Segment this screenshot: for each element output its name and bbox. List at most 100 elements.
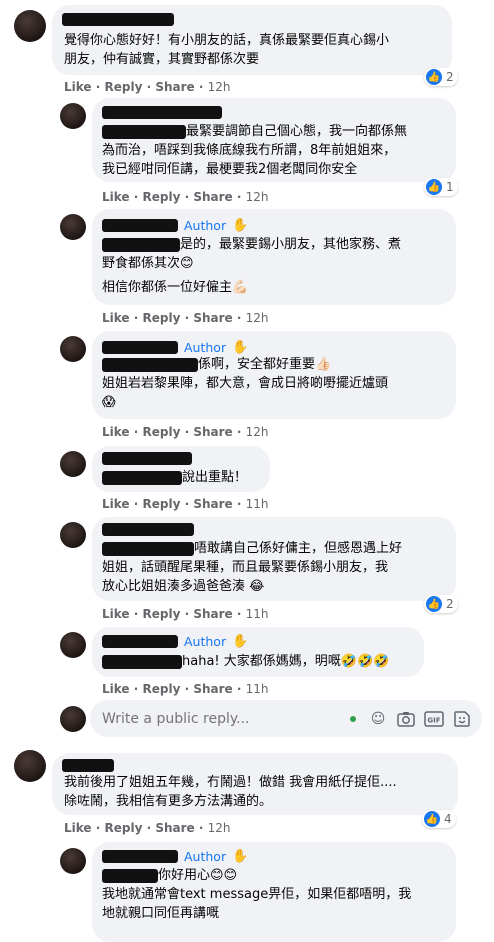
reply-composer[interactable]: ☺ GIF	[90, 700, 482, 737]
comment-bubble: 覺得你心態好好！有小朋友的話，真係最緊要佢真心錫小 朋友，仲有誠實，其實野都係次…	[52, 5, 452, 75]
comment-actions: Like · Reply · Share · 11h	[102, 682, 269, 696]
avatar	[60, 706, 86, 732]
like-icon: 👍	[426, 69, 442, 85]
redacted-text	[102, 541, 194, 556]
comment-actions: Like · Reply · Share · 12h	[102, 190, 269, 204]
author-badge: Author	[184, 339, 227, 355]
wave-hand-icon: ✋	[232, 217, 249, 233]
reply-link[interactable]: Reply	[104, 821, 142, 835]
comment-line: 除咗鬧，我相信有更多方法溝通的。	[64, 794, 273, 809]
reaction-count[interactable]: 👍 2	[424, 68, 458, 86]
timestamp[interactable]: 12h	[246, 190, 269, 204]
redacted-name	[62, 13, 174, 26]
reaction-count[interactable]: 👍 4	[422, 810, 456, 828]
avatar[interactable]	[60, 632, 86, 658]
reply-link[interactable]: Reply	[142, 497, 180, 511]
like-link[interactable]: Like	[64, 80, 92, 94]
reply-bubble: Author ✋ 是的，最緊要錫小朋友，其他家務、煮 野食都係其次😊 相信你都係…	[92, 209, 456, 305]
timestamp[interactable]: 11h	[246, 497, 269, 511]
redacted-name	[102, 340, 178, 354]
comment-text: 說出重點！	[102, 468, 247, 487]
svg-text:GIF: GIF	[427, 716, 440, 724]
reply-link[interactable]: Reply	[104, 80, 142, 94]
reply-bubble: Author ✋ 你好用心😊😊 我地就通常會text message畀佢，如果佢…	[92, 842, 456, 942]
share-link[interactable]: Share	[193, 425, 232, 439]
reply-link[interactable]: Reply	[142, 311, 180, 325]
reply-link[interactable]: Reply	[142, 425, 180, 439]
like-link[interactable]: Like	[102, 497, 130, 511]
like-icon: 👍	[424, 811, 440, 827]
comment-actions: Like · Reply · Share · 11h	[102, 607, 269, 621]
redacted-name	[102, 634, 178, 648]
reaction-count[interactable]: 👍 2	[424, 595, 458, 613]
redacted-name	[62, 759, 114, 772]
redacted-name	[102, 452, 192, 465]
comment-actions: Like · Reply · Share · 12h	[64, 821, 231, 835]
wave-hand-icon: ✋	[232, 633, 249, 649]
share-link[interactable]: Share	[155, 80, 194, 94]
timestamp[interactable]: 12h	[208, 80, 231, 94]
timestamp[interactable]: 11h	[246, 682, 269, 696]
redacted-text	[102, 357, 198, 372]
active-dot	[350, 715, 356, 722]
timestamp[interactable]: 12h	[208, 821, 231, 835]
reply-link[interactable]: Reply	[142, 607, 180, 621]
comment-actions: Like · Reply · Share · 11h	[102, 497, 269, 511]
reply-bubble: Author ✋ haha! 大家都係媽媽，明嘅🤣🤣🤣	[92, 627, 424, 677]
avatar[interactable]	[60, 848, 86, 874]
comment-text: 是的，最緊要錫小朋友，其他家務、煮 野食都係其次😊 相信你都係一位好僱主💪🏻	[102, 237, 402, 295]
reply-link[interactable]: Reply	[142, 190, 180, 204]
timestamp[interactable]: 12h	[246, 311, 269, 325]
like-icon: 👍	[426, 596, 442, 612]
comment-line: 覺得你心態好好！有小朋友的話，真係最緊要佢真心錫小	[64, 33, 390, 48]
timestamp[interactable]: 12h	[246, 425, 269, 439]
comment-line: 我前後用了姐姐五年幾，冇鬧過！做錯 我會用紙仔提佢....	[64, 775, 397, 790]
share-link[interactable]: Share	[193, 311, 232, 325]
comment-text: 我前後用了姐姐五年幾，冇鬧過！做錯 我會用紙仔提佢.... 除咗鬧，我相信有更多…	[64, 773, 397, 811]
share-link[interactable]: Share	[193, 607, 232, 621]
redacted-name	[102, 523, 194, 536]
comment-actions: Like · Reply · Share · 12h	[102, 311, 269, 325]
avatar[interactable]	[14, 10, 46, 42]
avatar[interactable]	[60, 214, 86, 240]
redacted-text	[102, 868, 158, 883]
like-link[interactable]: Like	[102, 682, 130, 696]
author-badge: Author	[184, 217, 227, 233]
comment-bubble: 我前後用了姐姐五年幾，冇鬧過！做錯 我會用紙仔提佢.... 除咗鬧，我相信有更多…	[52, 753, 458, 815]
reply-bubble: 最緊要調節自己個心態，我一向都係無 為而治，唔踩到我條底線我冇所謂，8年前姐姐來…	[92, 98, 456, 182]
avatar[interactable]	[60, 451, 86, 477]
reaction-count[interactable]: 👍 1	[424, 178, 458, 196]
gif-icon[interactable]: GIF	[424, 709, 444, 729]
share-link[interactable]: Share	[193, 682, 232, 696]
avatar[interactable]	[60, 103, 86, 129]
like-icon: 👍	[426, 179, 442, 195]
comment-actions: Like · Reply · Share · 12h	[64, 80, 231, 94]
comment-text: 你好用心😊😊 我地就通常會text message畀佢，如果佢都唔明，我 地就親…	[102, 868, 412, 921]
redacted-text	[102, 124, 186, 139]
share-link[interactable]: Share	[193, 497, 232, 511]
like-link[interactable]: Like	[64, 821, 92, 835]
author-badge: Author	[184, 633, 227, 649]
avatar[interactable]	[60, 336, 86, 362]
emoji-icon[interactable]: ☺	[368, 709, 388, 729]
reply-bubble: 唔敢講自己係好傭主，但感恩遇上好 姐姐，話頭醒尾果種，而且最緊要係錫小朋友，我 …	[92, 517, 456, 601]
like-link[interactable]: Like	[102, 190, 130, 204]
wave-hand-icon: ✋	[232, 339, 249, 355]
avatar[interactable]	[60, 522, 86, 548]
sticker-icon[interactable]	[452, 709, 472, 729]
reply-input[interactable]	[100, 709, 350, 728]
like-link[interactable]: Like	[102, 311, 130, 325]
redacted-name	[102, 218, 178, 232]
camera-icon[interactable]	[396, 709, 416, 729]
reply-link[interactable]: Reply	[142, 682, 180, 696]
comment-text: haha! 大家都係媽媽，明嘅🤣🤣🤣	[102, 652, 389, 671]
share-link[interactable]: Share	[193, 190, 232, 204]
comment-text: 係啊，安全都好重要👍🏻 姐姐岩岩黎果陣，都大意，會成日將啲嘢擺近爐頭 😱	[102, 357, 389, 410]
avatar[interactable]	[14, 750, 46, 782]
share-link[interactable]: Share	[155, 821, 194, 835]
comment-text: 覺得你心態好好！有小朋友的話，真係最緊要佢真心錫小 朋友，仲有誠實，其實野都係次…	[64, 31, 389, 69]
like-link[interactable]: Like	[102, 425, 130, 439]
timestamp[interactable]: 11h	[246, 607, 269, 621]
like-link[interactable]: Like	[102, 607, 130, 621]
author-badge: Author	[184, 848, 227, 864]
